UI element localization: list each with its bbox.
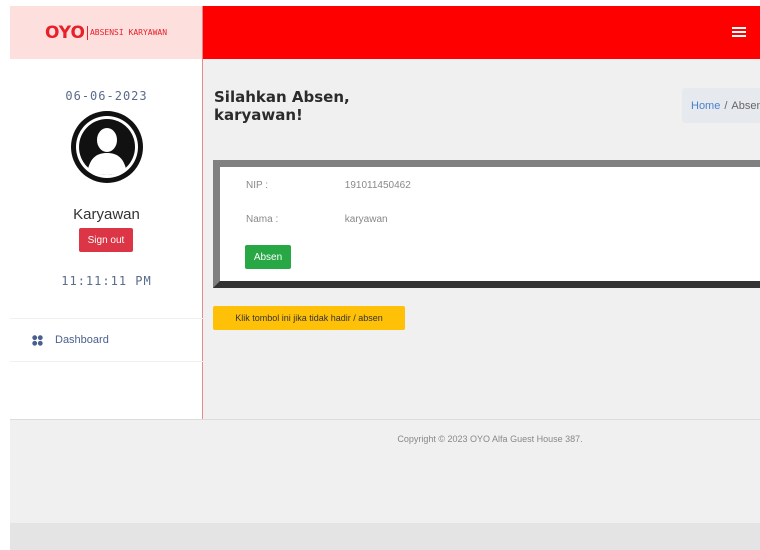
attendance-card: NIP : 191011450462 Nama : karyawan Absen <box>213 160 760 288</box>
hamburger-icon[interactable] <box>732 27 746 38</box>
page-title-line-2: karyawan! <box>214 106 303 124</box>
current-date: 06-06-2023 <box>65 89 148 103</box>
current-time: 11:11:11 PM <box>61 274 152 288</box>
sign-out-button[interactable]: Sign out <box>79 228 133 252</box>
brand-logo[interactable]: OYO ABSENSI KARYAWAN <box>10 6 202 59</box>
sidebar-item-label: Dashboard <box>55 334 109 346</box>
footer: Copyright © 2023 OYO Alfa Guest House 38… <box>10 419 760 523</box>
nama-value: karyawan <box>344 214 388 225</box>
nip-value: 191011450462 <box>344 180 411 191</box>
breadcrumb-separator: / <box>724 99 728 112</box>
breadcrumb-current: Absen <box>731 99 760 112</box>
page-title: Silahkan Absen, karyawan! <box>214 88 374 124</box>
app-frame: OYO ABSENSI KARYAWAN 06-06-2023 Karyawan… <box>10 6 760 550</box>
avatar-icon <box>71 111 143 183</box>
nama-label: Nama : <box>246 214 279 225</box>
brand-subtitle: ABSENSI KARYAWAN <box>89 28 168 37</box>
absen-button[interactable]: Absen <box>245 245 291 269</box>
copyright-text: Copyright © 2023 OYO Alfa Guest House 38… <box>397 434 583 444</box>
top-bar <box>203 6 760 59</box>
bottom-strip <box>10 523 760 550</box>
sidebar: OYO ABSENSI KARYAWAN 06-06-2023 Karyawan… <box>10 6 203 419</box>
page-title-line-1: Silahkan Absen, <box>214 88 350 106</box>
sidebar-item-dashboard[interactable]: Dashboard <box>10 318 203 362</box>
not-present-button[interactable]: Klik tombol ini jika tidak hadir / absen <box>213 306 405 330</box>
dashboard-icon <box>32 334 43 346</box>
nip-row: NIP : 191011450462 <box>246 180 411 191</box>
nip-label: NIP : <box>246 180 269 191</box>
breadcrumb: Home / Absen <box>682 88 760 123</box>
brand-name: OYO <box>44 22 85 43</box>
breadcrumb-home-link[interactable]: Home <box>691 100 720 112</box>
brand-divider <box>86 25 88 40</box>
main-content: Silahkan Absen, karyawan! Home / Absen N… <box>203 59 760 419</box>
username: Karyawan <box>73 206 140 223</box>
nama-row: Nama : karyawan <box>246 214 388 225</box>
